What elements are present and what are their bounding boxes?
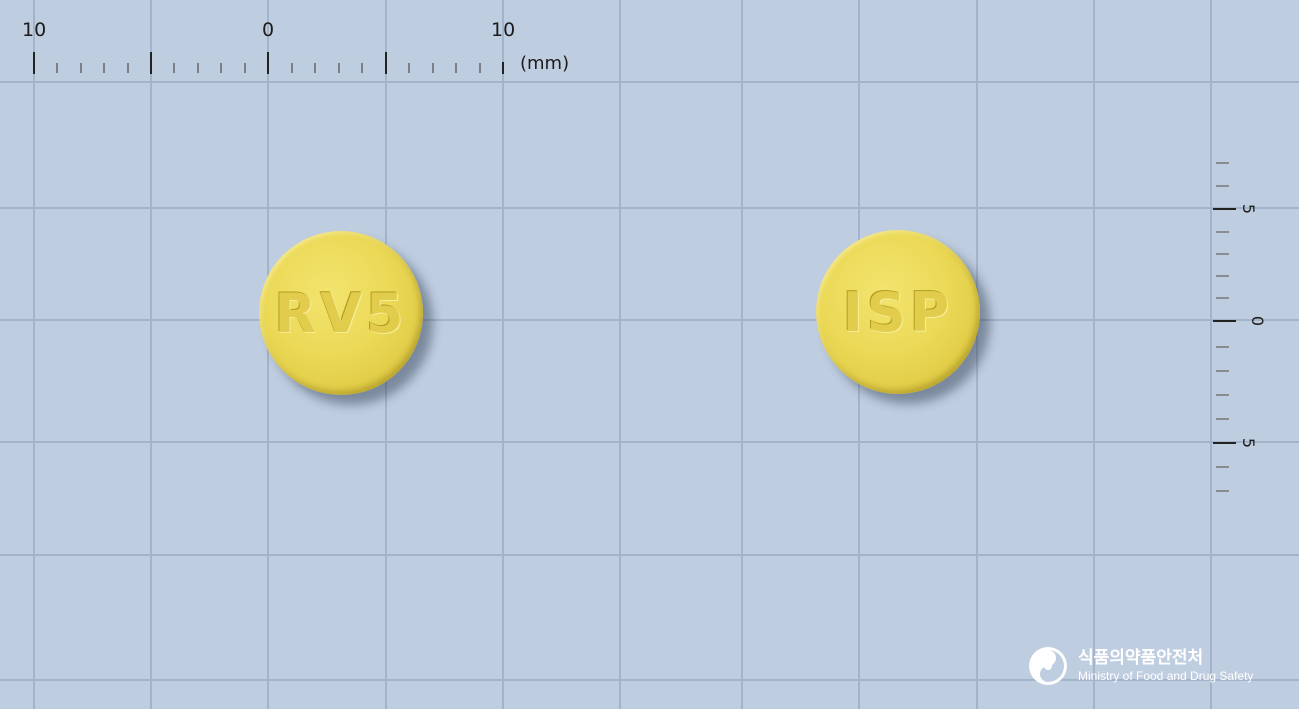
- ruler-label-center: 0: [262, 19, 275, 41]
- pill-imprint-back: ISP: [842, 280, 954, 344]
- vertical-ruler-label-top: 5: [1239, 203, 1259, 215]
- mfds-logo: 식품의약품안전처 Ministry of Food and Drug Safet…: [1028, 646, 1253, 686]
- pill-photo: 10 0 10 (mm) 5 0 5 RV5 ISP 식품의약품안전처 Mini…: [0, 0, 1299, 709]
- pill-back: ISP: [816, 230, 980, 394]
- mfds-korean-name: 식품의약품안전처: [1078, 648, 1204, 668]
- pill-imprint-front: RV5: [274, 281, 408, 345]
- mfds-emblem-icon: [1029, 647, 1067, 685]
- ruler-unit-label: (mm): [520, 53, 570, 74]
- pill-front: RV5: [259, 231, 423, 395]
- ruler-label-right: 10: [491, 19, 516, 41]
- vertical-ruler-label-center: 0: [1248, 315, 1268, 327]
- grid-background: [0, 0, 1299, 709]
- ruler-label-left: 10: [22, 19, 47, 41]
- vertical-ruler-label-bottom: 5: [1239, 437, 1259, 449]
- mfds-english-name: Ministry of Food and Drug Safety: [1078, 669, 1254, 683]
